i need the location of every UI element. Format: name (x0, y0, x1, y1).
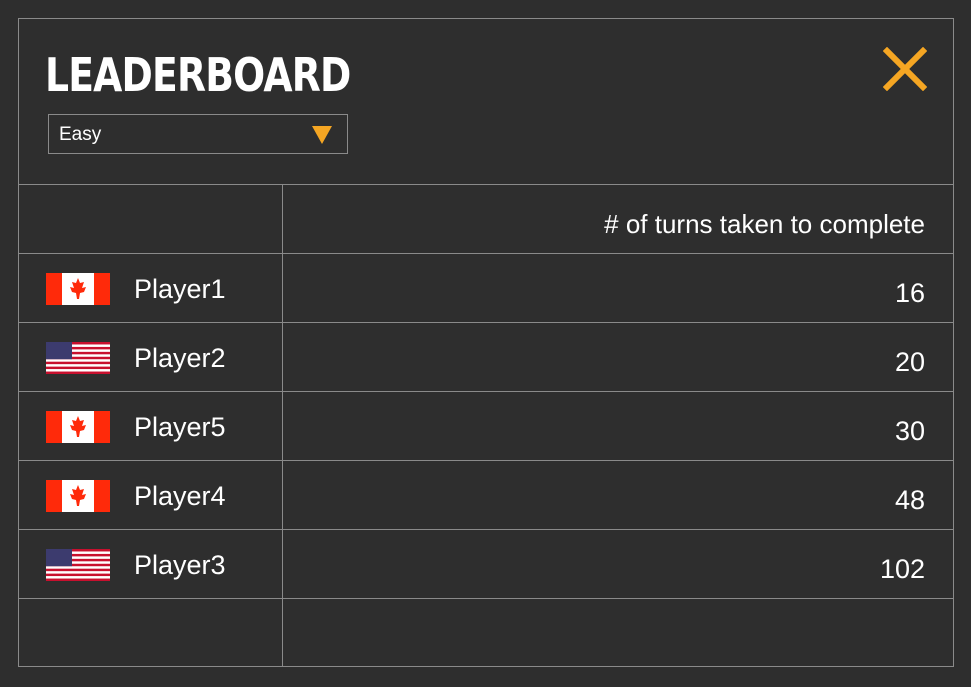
player-name: Player3 (134, 550, 226, 580)
leaderboard-title: LEADERBOARD (45, 48, 351, 102)
table-row: Player3 102 (19, 530, 953, 598)
turns-value: 16 (894, 278, 925, 308)
player-name: Player2 (134, 343, 226, 373)
canada-flag-icon (46, 273, 110, 305)
table-row: Player2 20 (19, 323, 953, 391)
close-button[interactable] (882, 46, 928, 92)
empty-table-row (19, 599, 953, 667)
difficulty-selected-value: Easy (59, 124, 102, 145)
turns-column-header: # of turns taken to complete (604, 209, 925, 239)
canada-flag-icon (46, 480, 110, 512)
player-name: Player5 (134, 412, 226, 442)
turns-value: 48 (894, 485, 925, 515)
leaderboard-panel: LEADERBOARD Easy # of turns taken to com… (18, 18, 954, 667)
player-name: Player1 (134, 274, 226, 304)
canada-flag-icon (46, 411, 110, 443)
divider (19, 184, 953, 185)
usa-flag-icon (46, 549, 110, 581)
player-name: Player4 (134, 481, 226, 511)
table-row: Player4 48 (19, 461, 953, 529)
triangle-down-icon (312, 126, 332, 144)
table-row: Player5 30 (19, 392, 953, 460)
difficulty-select[interactable]: Easy (48, 114, 348, 154)
turns-value: 20 (894, 347, 925, 377)
close-icon (882, 46, 928, 92)
turns-value: 102 (879, 554, 925, 584)
table-row: Player1 16 (19, 254, 953, 322)
turns-value: 30 (894, 416, 925, 446)
usa-flag-icon (46, 342, 110, 374)
